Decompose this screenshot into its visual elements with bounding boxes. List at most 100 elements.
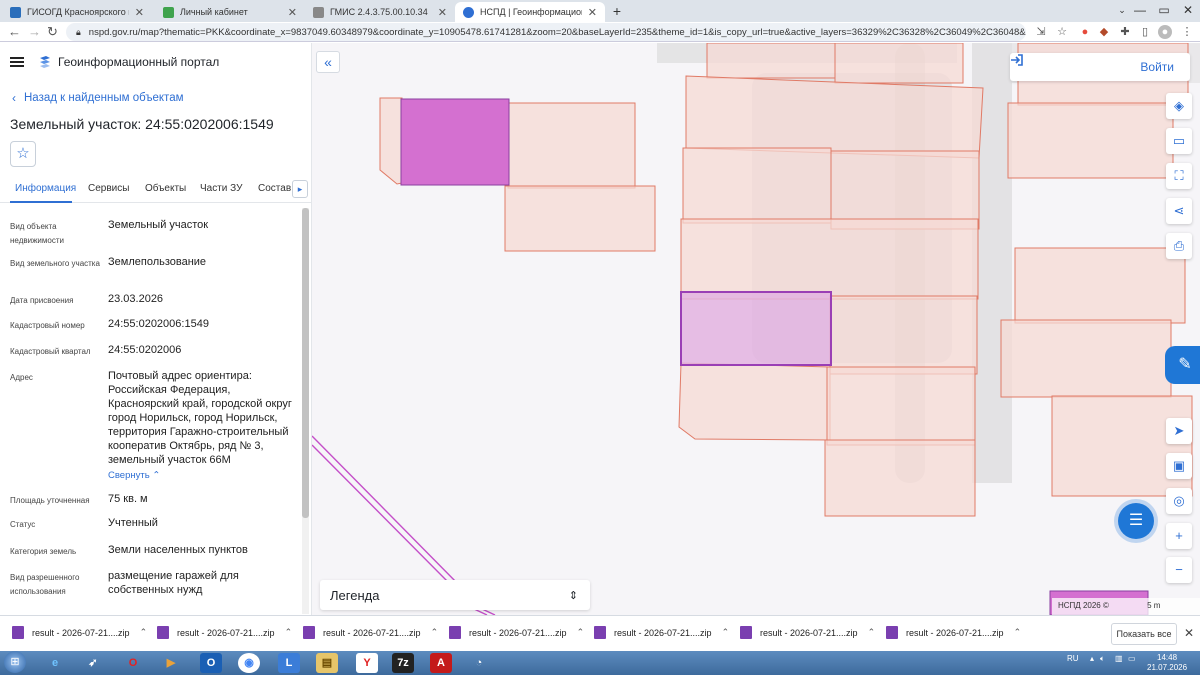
share-icon[interactable]: ⇲ (1034, 25, 1048, 39)
login-button[interactable]: Войти (1010, 53, 1190, 81)
collapse-panel-button[interactable]: « (316, 51, 340, 73)
chevron-up-icon[interactable]: ⌃ (140, 627, 148, 638)
7zip-icon[interactable]: 7z (392, 653, 414, 673)
settings-app-icon[interactable]: ◔ (468, 653, 490, 673)
select-area-icon[interactable]: ⛶ (1166, 163, 1192, 189)
map-parcel[interactable] (1007, 102, 1174, 179)
map-parcel-highlight[interactable] (400, 98, 510, 186)
share-link-icon[interactable]: ⋖ (1166, 198, 1192, 224)
download-item[interactable]: result - 2026-07-21....zip ⌃ (157, 626, 292, 639)
scrollbar-thumb[interactable] (302, 208, 309, 518)
download-item[interactable]: result - 2026-07-21....zip ⌃ (886, 626, 1021, 639)
tab-services[interactable]: Сервисы (88, 183, 129, 194)
media-player-icon[interactable]: ▶ (160, 653, 182, 673)
pdf-reader-icon[interactable]: A (430, 653, 452, 673)
download-item[interactable]: result - 2026-07-21....zip ⌃ (740, 626, 875, 639)
close-tab-icon[interactable]: ✕ (588, 6, 597, 19)
navigate-icon[interactable]: ➤ (1166, 418, 1192, 444)
layers-icon[interactable]: ◈ (1166, 93, 1192, 119)
map-parcel[interactable] (1000, 319, 1172, 398)
selected-parcel-1549[interactable] (680, 291, 832, 366)
profile-avatar-icon[interactable]: ● (1158, 25, 1172, 39)
panel-scrollbar[interactable] (302, 208, 309, 614)
opera-icon[interactable]: O (122, 653, 144, 673)
browser-tab[interactable]: ГИСОГД Красноярского края ✕ (2, 2, 152, 22)
bookmark-star-icon[interactable]: ☆ (1055, 25, 1069, 39)
map-canvas[interactable] (312, 43, 1200, 615)
print-icon[interactable]: ⎙ (1166, 233, 1192, 259)
download-item[interactable]: result - 2026-07-21....zip ⌃ (12, 626, 147, 639)
back-arrow-icon[interactable]: ← (8, 24, 21, 40)
map-parcel[interactable] (830, 150, 980, 230)
assistant-chat-button[interactable]: ☰ (1118, 503, 1154, 539)
extension-icon[interactable]: ◆ (1097, 25, 1111, 39)
map-parcel[interactable] (1014, 247, 1186, 324)
show-all-downloads-button[interactable]: Показать все (1111, 623, 1177, 645)
forward-arrow-icon[interactable]: → (28, 24, 41, 40)
close-window-button[interactable]: ✕ (1174, 0, 1200, 20)
tray-arrow-icon[interactable]: ▴ (1090, 654, 1094, 663)
tab-parts[interactable]: Части ЗУ (200, 183, 242, 194)
map-parcel[interactable] (682, 147, 832, 224)
map-parcel[interactable] (706, 43, 836, 79)
chevron-up-icon[interactable]: ⌃ (1014, 627, 1022, 638)
reload-icon[interactable]: ↻ (47, 24, 58, 40)
chevron-up-icon[interactable]: ⌃ (722, 627, 730, 638)
close-tab-icon[interactable]: ✕ (438, 6, 447, 19)
download-item[interactable]: result - 2026-07-21....zip ⌃ (303, 626, 438, 639)
zoom-in-button[interactable]: + (1166, 523, 1192, 549)
chevron-up-icon[interactable]: ⌃ (868, 627, 876, 638)
zoom-out-button[interactable]: − (1166, 557, 1192, 583)
legend-panel[interactable]: Легенда ⇕ (320, 580, 590, 610)
close-tab-icon[interactable]: ✕ (135, 6, 144, 19)
browser-tab-active[interactable]: НСПД | Геоинформационный п ✕ (455, 2, 605, 22)
site-info-icon[interactable]: 🔒︎ (76, 27, 81, 38)
map-parcel[interactable] (507, 102, 636, 189)
browser-tab[interactable]: ГМИС 2.4.3.75.00.10.34 ✕ (305, 2, 455, 22)
map-parcel[interactable] (680, 218, 979, 300)
collapse-link[interactable]: Свернуть ⌃ (108, 469, 298, 483)
tab-information[interactable]: Информация (15, 183, 76, 194)
yandex-browser-icon[interactable]: Y (356, 653, 378, 673)
map-parcel[interactable] (504, 185, 656, 252)
tab-objects[interactable]: Объекты (145, 183, 186, 194)
file-explorer-icon[interactable]: ▤ (316, 653, 338, 673)
browser-menu-icon[interactable]: ⋮ (1180, 25, 1194, 39)
input-language[interactable]: RU (1067, 654, 1079, 663)
map-parcel[interactable] (824, 439, 976, 517)
minimap-icon[interactable]: ▣ (1166, 453, 1192, 479)
system-clock[interactable]: 14:48 21.07.2026 (1147, 653, 1187, 673)
chrome-icon[interactable]: ◉ (238, 653, 260, 673)
outlook-icon[interactable]: O (200, 653, 222, 673)
map-parcel[interactable] (685, 75, 984, 159)
map-parcel[interactable] (834, 43, 964, 84)
ruler-icon[interactable]: ▭ (1166, 128, 1192, 154)
back-to-results-link[interactable]: ‹ Назад к найденным объектам (12, 91, 184, 105)
browser-tab[interactable]: Личный кабинет ✕ (155, 2, 305, 22)
map-parcel[interactable] (1051, 395, 1193, 497)
menu-hamburger-icon[interactable] (10, 57, 24, 67)
start-button-icon[interactable]: ⊞ (4, 651, 26, 673)
new-tab-button[interactable]: + (609, 3, 625, 19)
download-item[interactable]: result - 2026-07-21....zip ⌃ (449, 626, 584, 639)
map-parcel[interactable] (379, 97, 403, 185)
map-view[interactable]: « Войти ◈ ▭ ⛶ ⋖ ⎙ ✎ ➤ ▣ ◎ + − ☰ Легенда … (312, 43, 1200, 615)
map-parcel[interactable] (826, 366, 976, 446)
map-parcel[interactable] (829, 295, 978, 375)
volume-icon[interactable]: 🔈︎ (1100, 654, 1105, 664)
app-lb-icon[interactable]: L (278, 653, 300, 673)
map-parcel[interactable] (678, 362, 831, 441)
tab-composition[interactable]: Состав (258, 183, 291, 194)
chevron-up-icon[interactable]: ⌃ (285, 627, 293, 638)
extension-icon[interactable]: ● (1078, 25, 1092, 39)
geolocation-icon[interactable]: ◎ (1166, 488, 1192, 514)
side-panel-icon[interactable]: ▯ (1138, 25, 1152, 39)
close-tab-icon[interactable]: ✕ (288, 6, 297, 19)
network-icon[interactable]: ▥ (1115, 654, 1123, 663)
tabs-scroll-right-button[interactable]: ▸ (292, 180, 308, 198)
feedback-chat-icon[interactable]: ✎ (1165, 346, 1200, 384)
battery-icon[interactable]: ▭ (1128, 654, 1136, 663)
download-item[interactable]: result - 2026-07-21....zip ⌃ (594, 626, 729, 639)
url-input[interactable]: 🔒︎ nspd.gov.ru/map?thematic=PKK&coordina… (66, 23, 1026, 41)
close-downloads-icon[interactable]: ✕ (1184, 626, 1194, 640)
